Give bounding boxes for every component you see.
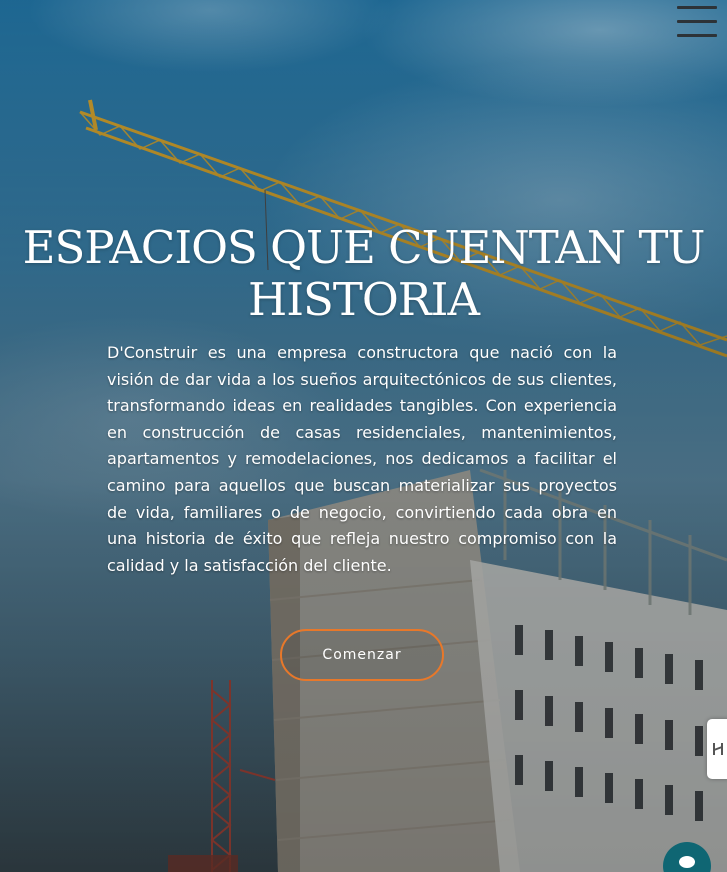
menu-line [677, 34, 717, 37]
hero-title: ESPACIOS QUE CUENTAN TU HISTORIA [22, 221, 706, 326]
comenzar-button[interactable]: Comenzar [280, 629, 444, 681]
menu-line [677, 20, 717, 23]
hamburger-menu-button[interactable] [677, 4, 719, 38]
side-tab-icon [713, 743, 723, 755]
hero-description: D'Construir es una empresa constructora … [107, 343, 617, 575]
chat-icon [679, 856, 695, 868]
side-feedback-tab[interactable] [707, 719, 727, 779]
menu-line [677, 6, 717, 9]
